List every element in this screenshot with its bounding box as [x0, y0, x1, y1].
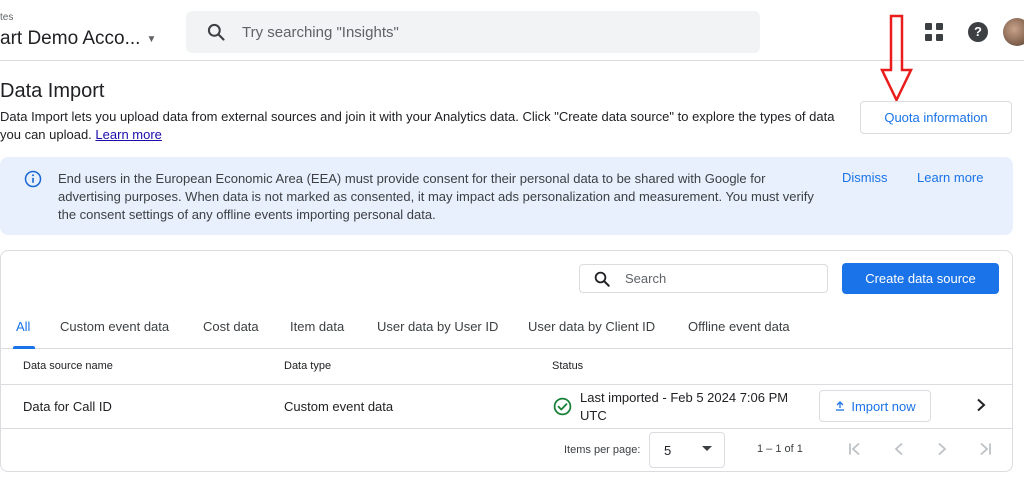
column-header-type[interactable]: Data type	[284, 360, 331, 372]
banner-message: End users in the European Economic Area …	[58, 171, 814, 222]
next-page-icon[interactable]	[936, 442, 948, 456]
dismiss-button[interactable]: Dismiss	[842, 170, 888, 185]
create-data-source-button[interactable]: Create data source	[842, 263, 999, 294]
check-circle-icon	[553, 397, 572, 416]
page-description: Data Import lets you upload data from ex…	[0, 108, 845, 144]
consent-banner: End users in the European Economic Area …	[0, 157, 1013, 235]
page-range: 1 – 1 of 1	[757, 443, 803, 455]
first-page-icon[interactable]	[848, 442, 862, 456]
red-arrow-annotation	[880, 14, 913, 103]
learn-more-link[interactable]: Learn more	[95, 127, 161, 142]
banner-learn-more-link[interactable]: Learn more	[917, 170, 983, 185]
avatar[interactable]	[1003, 18, 1024, 46]
caret-down-icon: ▼	[146, 33, 157, 45]
table-search[interactable]	[579, 264, 828, 293]
tab-all[interactable]: All	[16, 319, 30, 334]
quota-information-button[interactable]: Quota information	[860, 101, 1012, 134]
status-line-1: Last imported - Feb 5 2024 7:06 PM	[580, 390, 789, 405]
data-type-tabs: All Custom event data Cost data Item dat…	[1, 313, 1012, 349]
account-selector[interactable]: art Demo Acco... ▼	[0, 28, 156, 50]
items-per-page-select[interactable]: 5	[649, 432, 725, 468]
search-icon	[594, 271, 610, 287]
data-type-cell: Custom event data	[284, 399, 394, 414]
table-header: Data source name Data type Status	[1, 349, 1012, 385]
tab-user-data-by-user-id[interactable]: User data by User ID	[377, 319, 498, 334]
tab-item-data[interactable]: Item data	[290, 319, 344, 334]
account-name: art Demo Acco...	[0, 28, 141, 49]
tab-user-data-by-client-id[interactable]: User data by Client ID	[528, 319, 655, 334]
global-search[interactable]	[186, 11, 760, 53]
property-breadcrumb: tes	[0, 12, 14, 23]
upload-icon	[836, 401, 845, 411]
page-title: Data Import	[0, 80, 105, 102]
tab-offline-event-data[interactable]: Offline event data	[688, 319, 790, 334]
chevron-right-icon[interactable]	[975, 398, 987, 412]
column-header-status[interactable]: Status	[552, 360, 583, 372]
help-icon[interactable]: ?	[968, 22, 988, 42]
pagination: Items per page: 5 1 – 1 of 1	[1, 429, 1012, 471]
import-now-button[interactable]: Import now	[819, 390, 931, 422]
column-header-name[interactable]: Data source name	[23, 360, 113, 372]
search-icon	[207, 23, 225, 41]
tab-custom-event-data[interactable]: Custom event data	[60, 319, 169, 334]
last-page-icon[interactable]	[978, 442, 992, 456]
table-search-input[interactable]	[625, 265, 815, 292]
items-per-page-value: 5	[664, 443, 672, 458]
dropdown-arrow-icon	[702, 446, 712, 451]
data-sources-card: Create data source All Custom event data…	[0, 250, 1013, 472]
import-now-label: Import now	[851, 398, 916, 414]
info-icon	[24, 170, 42, 188]
tab-cost-data[interactable]: Cost data	[203, 319, 259, 334]
global-search-input[interactable]	[242, 11, 742, 53]
apps-grid-icon[interactable]	[925, 23, 943, 41]
previous-page-icon[interactable]	[893, 442, 905, 456]
top-bar: tes art Demo Acco... ▼ ?	[0, 0, 1024, 61]
status-line-2: UTC	[580, 408, 607, 423]
data-source-name: Data for Call ID	[23, 399, 112, 414]
items-per-page-label: Items per page:	[564, 444, 641, 456]
